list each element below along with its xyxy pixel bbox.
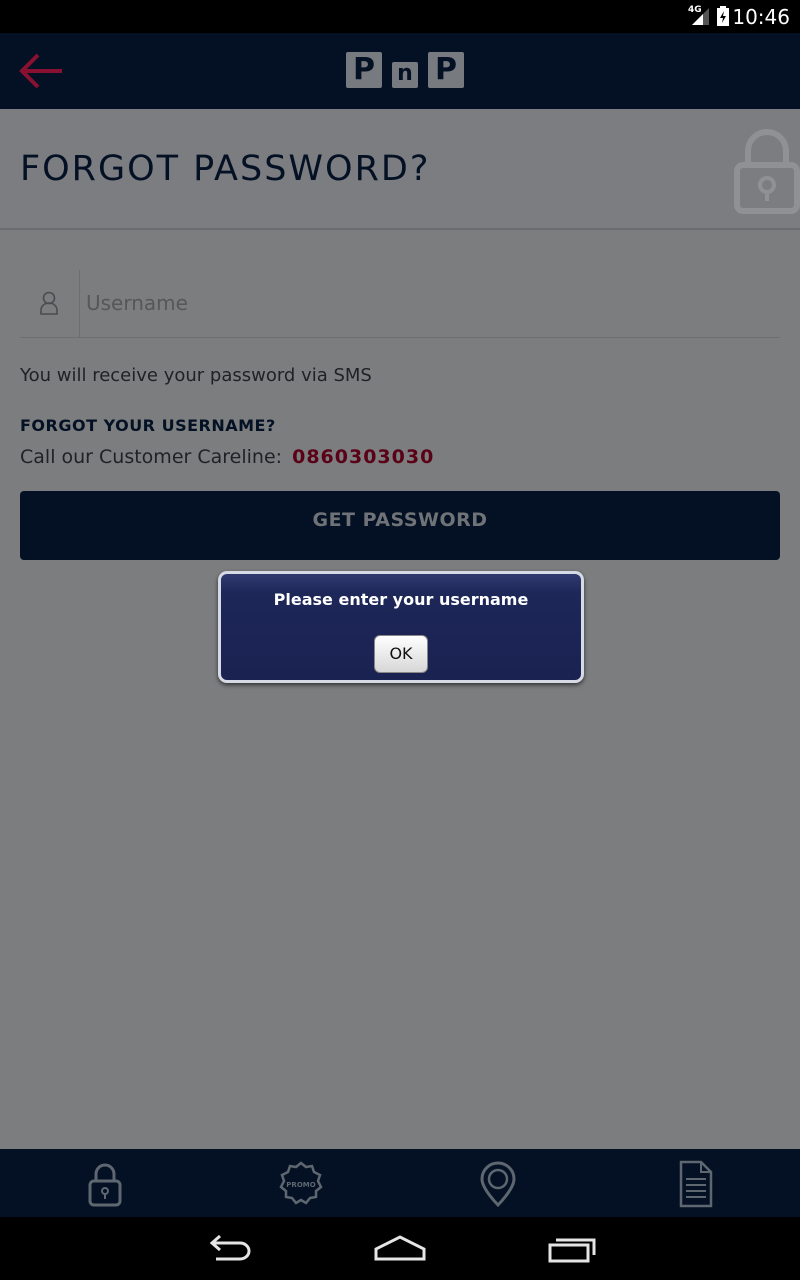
nav-home-icon [374, 1235, 426, 1261]
careline-phone-link[interactable]: 0860303030 [292, 446, 434, 468]
signal-icon [692, 8, 709, 25]
system-navigation-bar [0, 1217, 800, 1280]
tab-promotions[interactable]: PROMO [276, 1159, 326, 1209]
app-header: P n P [0, 33, 800, 109]
tab-documents[interactable] [670, 1159, 720, 1209]
back-arrow-icon [19, 53, 62, 89]
careline-label: Call our Customer Careline: [20, 446, 283, 468]
sms-info-text: You will receive your password via SMS [20, 365, 372, 386]
ok-button[interactable]: OK [374, 635, 428, 673]
username-input[interactable] [86, 282, 766, 324]
battery-icon [717, 6, 729, 26]
nav-recents-button[interactable] [542, 1231, 602, 1267]
alert-dialog: Please enter your username OK [218, 571, 584, 683]
nav-recents-icon [548, 1238, 596, 1263]
bottom-tab-bar: PROMO [0, 1149, 800, 1217]
nav-back-button[interactable] [200, 1231, 260, 1267]
lock-watermark-icon [734, 129, 800, 214]
status-bar: 4G 10:46 [0, 0, 800, 33]
document-icon [679, 1160, 713, 1208]
dialog-message: Please enter your username [273, 590, 529, 609]
careline-text: Call our Customer Careline: 0860303030 [20, 446, 434, 468]
nav-home-button[interactable] [370, 1231, 430, 1267]
logo-letter: n [392, 62, 418, 88]
promo-badge-text: PROMO [286, 1181, 315, 1189]
nav-back-icon [209, 1234, 251, 1261]
user-icon-cell [20, 270, 80, 338]
lock-icon [88, 1163, 122, 1207]
clock: 10:46 [732, 5, 790, 29]
get-password-button[interactable]: GET PASSWORD [20, 491, 780, 560]
tab-account[interactable] [80, 1159, 130, 1209]
logo-letter: P [428, 52, 464, 88]
location-pin-icon [480, 1161, 516, 1208]
page-title: FORGOT PASSWORD? [20, 149, 431, 189]
pnp-logo: P n P [346, 52, 464, 90]
logo-letter: P [346, 52, 382, 88]
tab-store-locator[interactable] [473, 1159, 523, 1209]
title-band: FORGOT PASSWORD? [0, 109, 800, 230]
promo-badge-icon: PROMO [279, 1161, 323, 1205]
forgot-username-heading: FORGOT YOUR USERNAME? [20, 416, 276, 435]
back-button[interactable] [16, 51, 66, 91]
username-field-row [20, 270, 780, 338]
user-icon [40, 291, 58, 315]
